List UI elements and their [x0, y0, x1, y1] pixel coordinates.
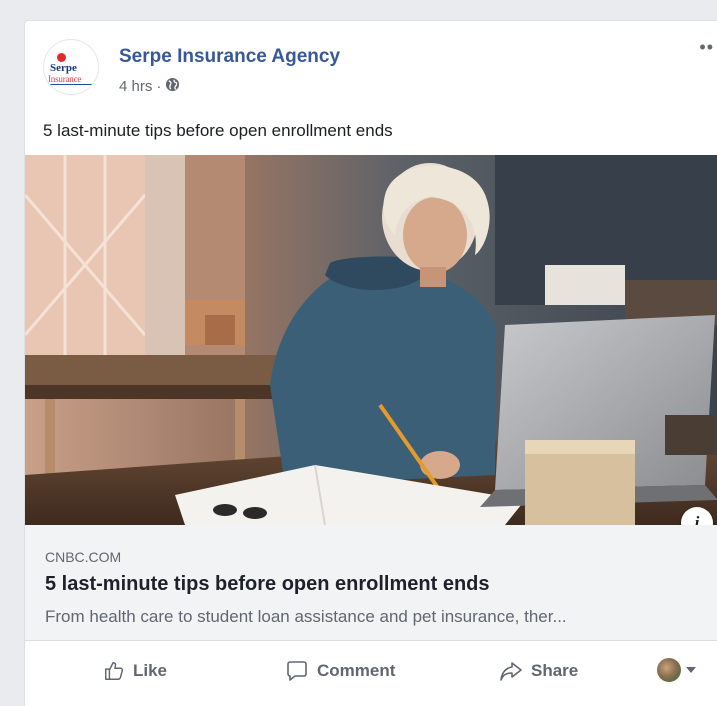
globe-icon [165, 77, 180, 96]
comment-label: Comment [317, 661, 396, 680]
meta-separator: · [156, 78, 162, 95]
comment-icon [285, 660, 309, 682]
post-message: 5 last-minute tips before open enrollmen… [43, 121, 393, 140]
post-header: Serpe Insurance Serpe Insurance Agency 4… [25, 21, 717, 113]
share-button[interactable]: Share [499, 655, 578, 687]
like-label: Like [133, 661, 168, 680]
more-options-icon[interactable]: •• [699, 37, 714, 58]
logo-mark-icon [57, 53, 66, 62]
link-title: 5 last-minute tips before open enrollmen… [45, 573, 490, 595]
post-timestamp[interactable]: 4 hrs [119, 78, 152, 95]
thumbs-up-icon [103, 660, 125, 682]
link-preview[interactable]: CNBC.COM 5 last-minute tips before open … [25, 525, 717, 641]
link-preview-image[interactable] [25, 155, 717, 525]
logo-underline [50, 84, 92, 85]
logo-text-line2: Insurance [48, 74, 82, 84]
reaction-identity-selector[interactable] [657, 658, 696, 682]
post-card: Serpe Insurance Serpe Insurance Agency 4… [24, 20, 717, 706]
page-name-link[interactable]: Serpe Insurance Agency [119, 46, 340, 68]
link-domain: CNBC.COM [45, 549, 122, 565]
post-actions-bar: Like Comment Share [25, 645, 717, 695]
share-label: Share [531, 661, 579, 680]
caret-down-icon [686, 667, 696, 673]
link-description: From health care to student loan assista… [45, 607, 567, 626]
like-button[interactable]: Like [103, 655, 167, 687]
share-arrow-icon [499, 660, 523, 682]
comment-button[interactable]: Comment [285, 655, 395, 687]
page-avatar[interactable]: Serpe Insurance [43, 39, 99, 95]
post-meta: 4 hrs · [119, 77, 180, 96]
user-avatar [657, 658, 681, 682]
logo-text-line1: Serpe [50, 62, 77, 74]
